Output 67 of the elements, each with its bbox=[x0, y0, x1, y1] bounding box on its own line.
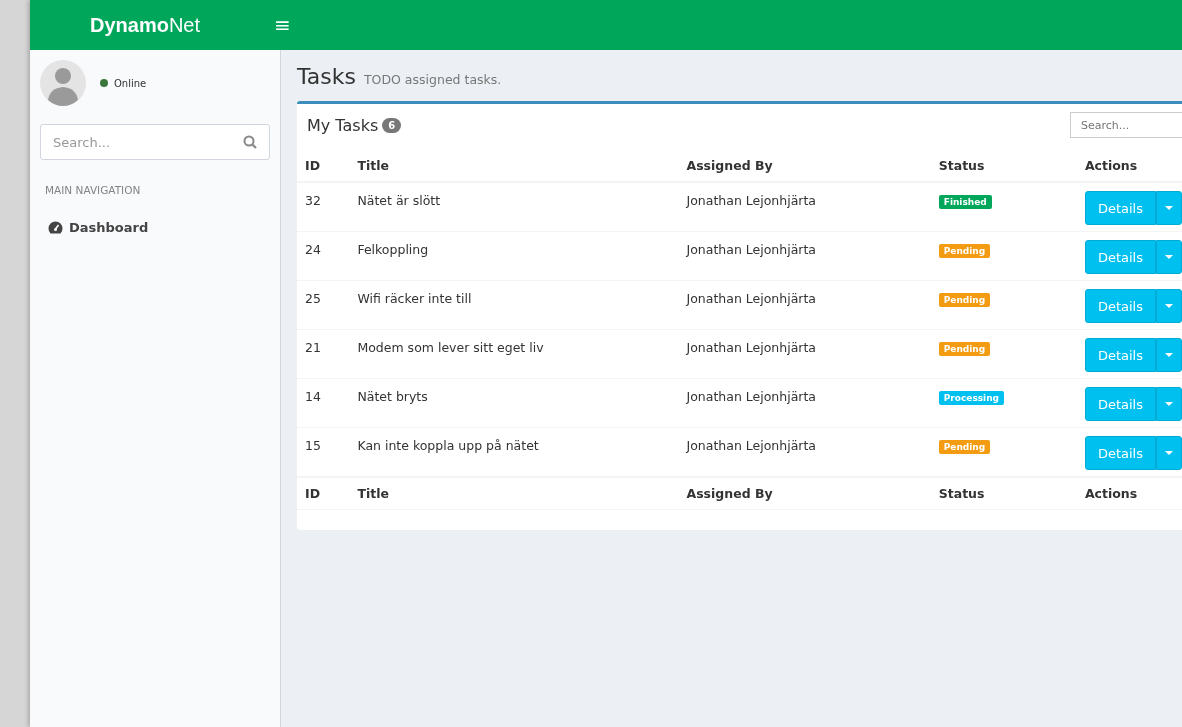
column-header: Status bbox=[930, 150, 1077, 182]
logo-text[interactable]: DynamoNet bbox=[30, 13, 260, 37]
status-badge: Processing bbox=[938, 391, 1005, 405]
caret-icon bbox=[1165, 402, 1173, 406]
column-footer: Actions bbox=[1076, 477, 1182, 510]
dropdown-button[interactable] bbox=[1156, 436, 1182, 470]
status-dot-icon bbox=[100, 79, 108, 87]
details-button[interactable]: Details bbox=[1084, 240, 1156, 274]
table-cell: Jonathan Lejonhjärta bbox=[678, 280, 931, 330]
details-button[interactable]: Details bbox=[1084, 289, 1156, 323]
column-header: Title bbox=[349, 150, 679, 182]
table-cell: 24 bbox=[297, 231, 350, 281]
page-title: Tasks bbox=[297, 64, 356, 89]
details-button[interactable]: Details bbox=[1084, 191, 1156, 225]
column-footer: Title bbox=[349, 477, 679, 510]
card-title: My Tasks bbox=[307, 115, 379, 135]
section-heading: MAIN NAVIGATION bbox=[44, 184, 142, 196]
caret-icon bbox=[1165, 304, 1173, 308]
table-cell: 15 bbox=[297, 427, 350, 477]
column-footer: Status bbox=[930, 477, 1077, 510]
status-badge: Finished bbox=[938, 195, 992, 209]
details-button[interactable]: Details bbox=[1084, 387, 1156, 421]
column-header: Actions bbox=[1076, 150, 1182, 182]
caret-icon bbox=[1165, 353, 1173, 357]
search-field[interactable]: Search... bbox=[40, 124, 270, 160]
table-search-field[interactable]: Search... bbox=[1070, 112, 1182, 138]
dropdown-button[interactable] bbox=[1156, 338, 1182, 372]
caret-icon bbox=[1165, 255, 1173, 259]
table-cell: 32 bbox=[297, 182, 350, 232]
table-cell: 25 bbox=[297, 280, 350, 330]
status-badge: Pending bbox=[938, 293, 991, 307]
avatar-silhouette-icon bbox=[40, 60, 86, 106]
column-header: Assigned By bbox=[678, 150, 931, 182]
table-cell: Kan inte koppla upp på nätet bbox=[349, 427, 679, 477]
table-cell: Modem som lever sitt eget liv bbox=[349, 329, 679, 379]
caret-icon bbox=[1165, 206, 1173, 210]
details-button[interactable]: Details bbox=[1084, 436, 1156, 470]
status-badge: Pending bbox=[938, 440, 991, 454]
dropdown-button[interactable] bbox=[1156, 240, 1182, 274]
table-cell: 14 bbox=[297, 378, 350, 428]
gauge-icon bbox=[48, 221, 63, 234]
search-icon[interactable] bbox=[243, 135, 257, 149]
caret-icon bbox=[1165, 451, 1173, 455]
status-badge: Pending bbox=[938, 244, 991, 258]
table-cell: Jonathan Lejonhjärta bbox=[678, 182, 931, 232]
table-cell: Nätet bryts bbox=[349, 378, 679, 428]
page-subtitle: TODO assigned tasks. bbox=[363, 72, 502, 87]
dropdown-button[interactable] bbox=[1156, 289, 1182, 323]
table-cell: Nätet är slött bbox=[349, 182, 679, 232]
table-cell: Jonathan Lejonhjärta bbox=[678, 329, 931, 379]
table-cell: Jonathan Lejonhjärta bbox=[678, 231, 931, 281]
dropdown-button[interactable] bbox=[1156, 191, 1182, 225]
column-footer: Assigned By bbox=[678, 477, 931, 510]
table-cell: 21 bbox=[297, 329, 350, 379]
status-badge: Pending bbox=[938, 342, 991, 356]
menu-icon[interactable]: ≡ bbox=[274, 13, 291, 37]
count-badge: 6 bbox=[382, 117, 402, 133]
user-status: Online bbox=[114, 77, 147, 89]
column-footer: ID bbox=[297, 477, 350, 510]
table-cell: Wifi räcker inte till bbox=[349, 280, 679, 330]
table-cell: Jonathan Lejonhjärta bbox=[678, 427, 931, 477]
details-button[interactable]: Details bbox=[1084, 338, 1156, 372]
table-cell: Felkoppling bbox=[349, 231, 679, 281]
dropdown-button[interactable] bbox=[1156, 387, 1182, 421]
column-header: ID bbox=[297, 150, 350, 182]
nav-item[interactable]: Dashboard bbox=[40, 220, 270, 235]
table-cell: Jonathan Lejonhjärta bbox=[678, 378, 931, 428]
